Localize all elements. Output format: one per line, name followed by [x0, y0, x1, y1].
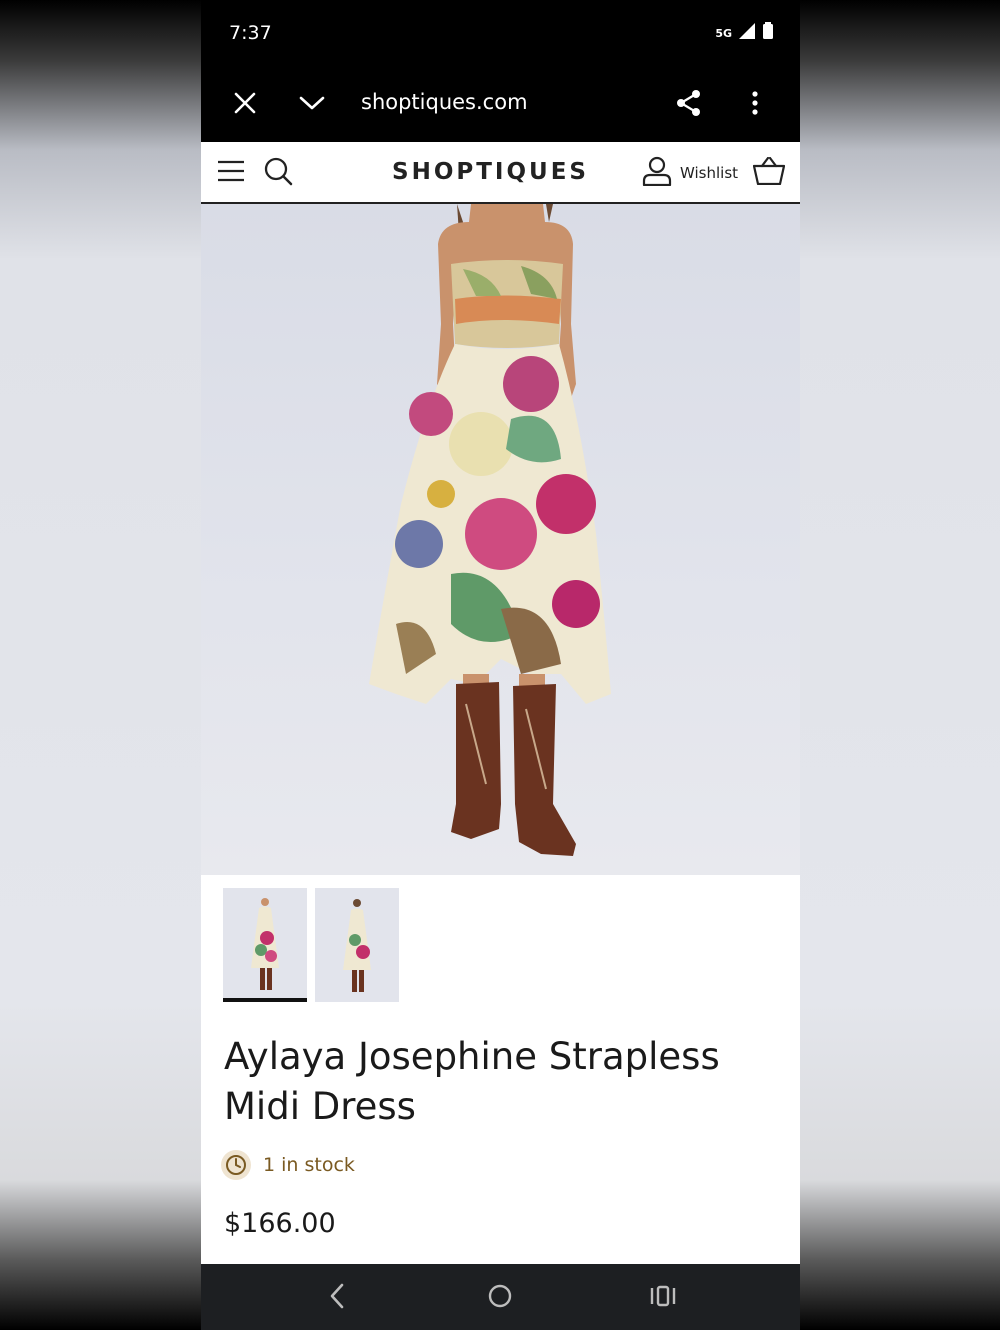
thumbnail-strip [223, 888, 399, 1002]
dress-illustration [369, 204, 611, 856]
clock-icon [221, 1150, 251, 1180]
home-button[interactable] [480, 1282, 520, 1314]
network-label: 5G [715, 27, 732, 40]
account-icon [642, 156, 672, 191]
product-main-image[interactable] [201, 204, 800, 875]
site-header: SHOPTIQUES Wishlist [201, 142, 800, 204]
thumbnail-back[interactable] [315, 888, 399, 1002]
share-icon [675, 89, 703, 122]
url-text[interactable]: shoptiques.com [361, 90, 528, 114]
close-tab-button[interactable] [228, 88, 262, 122]
system-nav-bar [201, 1264, 800, 1330]
minimize-tab-button[interactable] [295, 88, 329, 122]
recents-icon [650, 1285, 676, 1312]
share-button[interactable] [672, 88, 706, 122]
stock-text: 1 in stock [263, 1154, 355, 1176]
product-price: $166.00 [224, 1208, 336, 1239]
status-bar: 7:37 5G [201, 0, 800, 68]
status-time: 7:37 [229, 22, 272, 44]
wishlist-button[interactable]: Wishlist [642, 156, 738, 190]
close-icon [234, 92, 256, 119]
basket-button[interactable] [752, 156, 786, 190]
more-options-button[interactable] [738, 88, 772, 122]
home-icon [487, 1283, 513, 1314]
stock-status: 1 in stock [221, 1150, 355, 1180]
back-icon [329, 1283, 345, 1314]
more-vert-icon [751, 90, 759, 121]
back-button[interactable] [317, 1282, 357, 1314]
status-icons: 5G [715, 22, 774, 45]
recents-button[interactable] [643, 1282, 683, 1314]
wishlist-label: Wishlist [680, 164, 739, 182]
thumbnail-front[interactable] [223, 888, 307, 1002]
product-title: Aylaya Josephine Strapless Midi Dress [224, 1035, 720, 1128]
browser-toolbar: shoptiques.com [201, 68, 800, 142]
phone-screen: 7:37 5G shoptiques.com SHOPTIQUES Wishli… [201, 0, 800, 1330]
chevron-down-icon [299, 95, 325, 116]
battery-icon [762, 22, 774, 45]
signal-icon [738, 22, 756, 45]
basket-icon [752, 156, 786, 190]
